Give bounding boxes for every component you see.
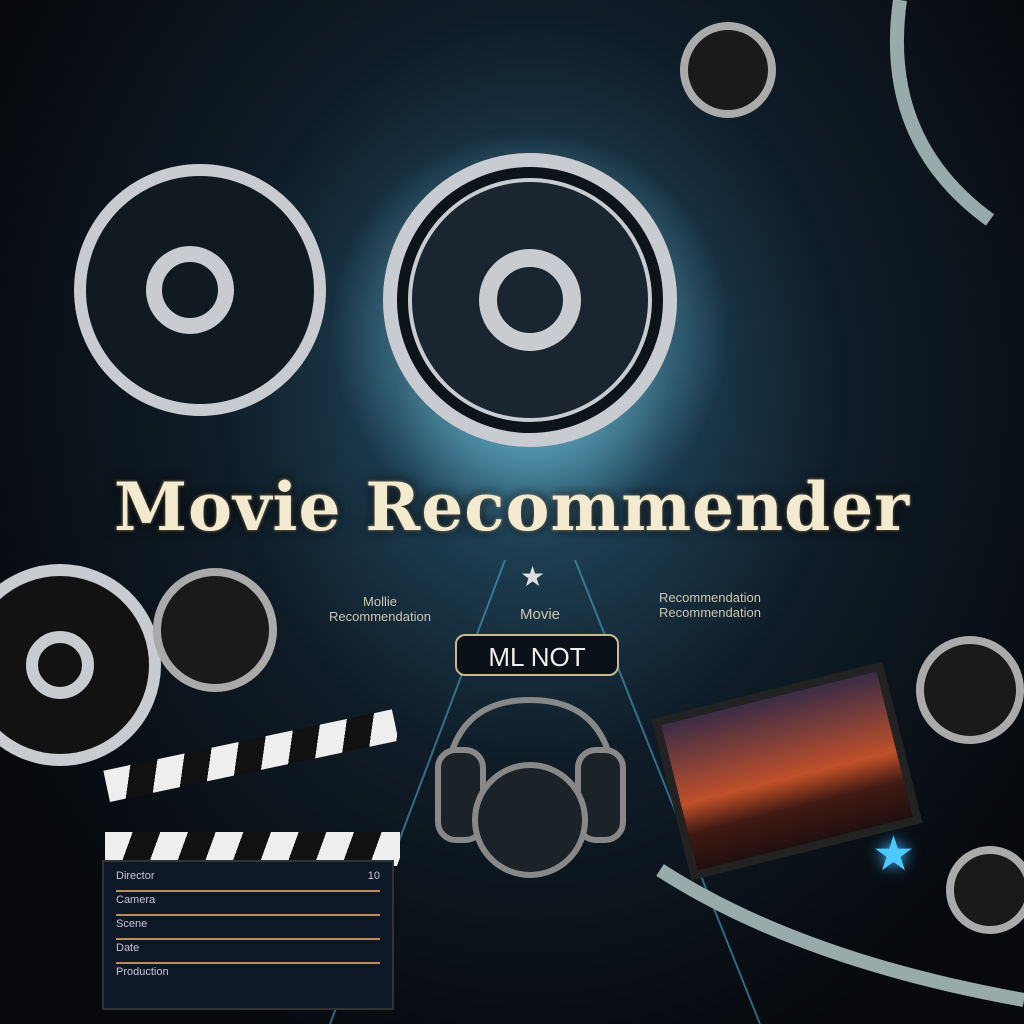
ml-button[interactable]: ML NOT	[455, 634, 619, 676]
clapboard-row: Director 10	[116, 870, 380, 892]
film-reel-icon	[74, 164, 326, 416]
left-caption-line2: Recommendation	[329, 609, 431, 624]
clapperboard: Director 10 Camera Scene Date Production	[102, 860, 394, 1010]
center-caption: Movie	[519, 606, 560, 623]
clapboard-row-label: Director	[116, 870, 155, 882]
clapboard-row: Date	[116, 942, 380, 964]
film-reel-icon	[0, 564, 161, 766]
film-reel-icon	[383, 153, 677, 447]
right-caption-line1: Recommendation	[659, 590, 761, 605]
star-icon: ★	[520, 560, 546, 593]
left-caption-line1: Mollie	[363, 594, 397, 609]
glowing-star-icon: ★	[872, 826, 916, 882]
clapboard-take: 10	[367, 870, 380, 882]
clapboard-row: Camera	[116, 894, 380, 916]
right-caption-line2: Recommendation	[659, 605, 761, 620]
page-title: Movie Recommender	[113, 468, 911, 546]
headphones-icon	[435, 696, 626, 878]
clapboard-row: Production	[116, 966, 169, 978]
clapboard-row: Scene	[116, 918, 380, 940]
left-caption: Mollie Recommendation	[310, 594, 450, 624]
right-caption: Recommendation Recommendation	[640, 590, 780, 620]
